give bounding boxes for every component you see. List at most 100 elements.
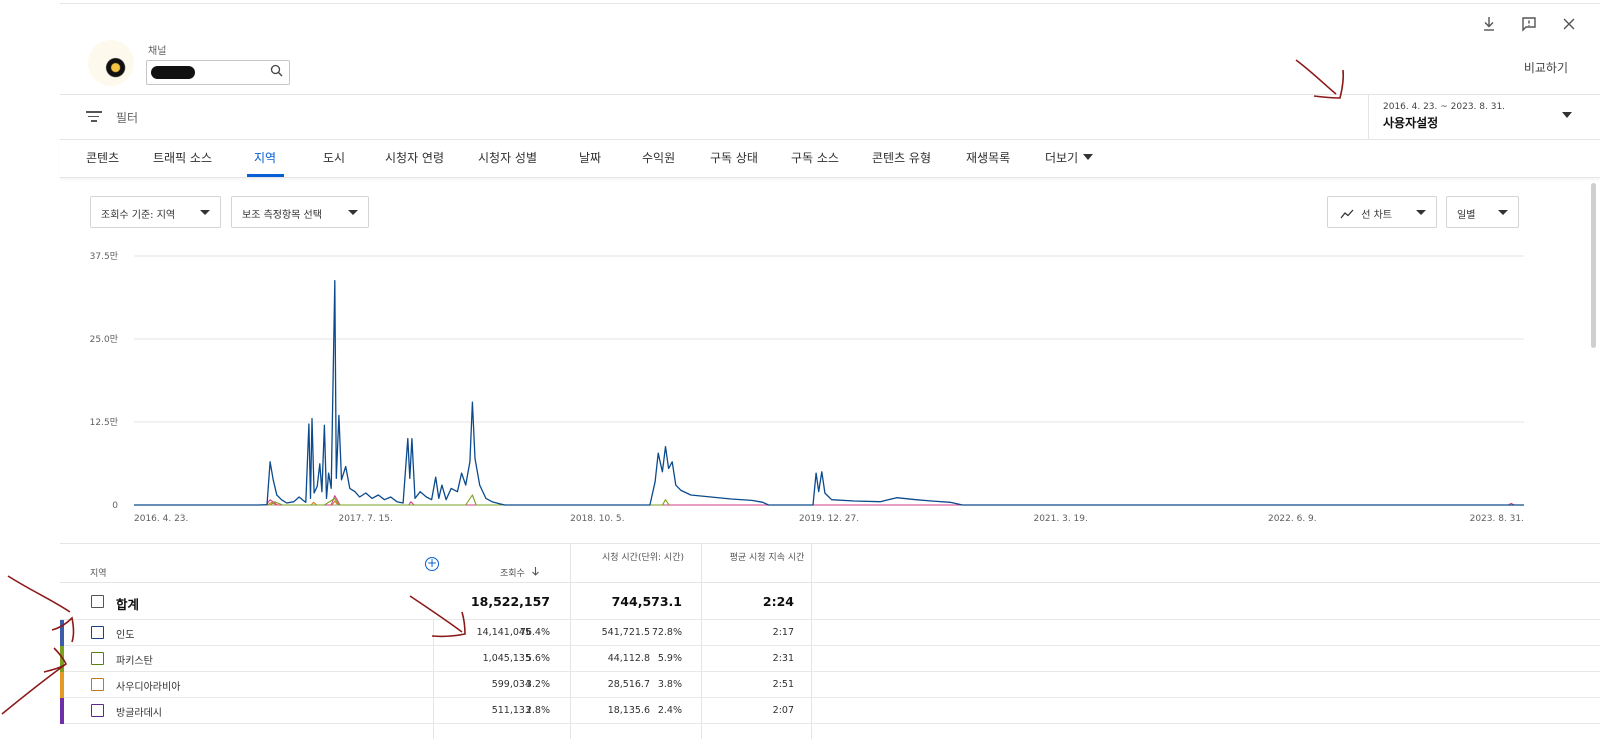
y-tick-label: 0 bbox=[112, 501, 118, 511]
watch-time-percent: 5.9% bbox=[657, 653, 682, 664]
region-name: 인도 bbox=[116, 630, 135, 641]
tab-date[interactable]: 날짜 bbox=[579, 149, 601, 166]
avg-duration-value: 2:17 bbox=[772, 627, 794, 638]
y-tick-label: 12.5만 bbox=[90, 417, 118, 428]
series-line bbox=[269, 494, 670, 506]
views-percent: 5.6% bbox=[525, 653, 550, 664]
x-tick-label: 2017. 7. 15. bbox=[338, 514, 392, 524]
watch-time-percent: 2.4% bbox=[657, 705, 682, 716]
tab-traffic-source[interactable]: 트래픽 소스 bbox=[153, 149, 212, 166]
total-watch-time: 744,573.1 bbox=[611, 594, 682, 609]
y-tick-label: 37.5만 bbox=[90, 251, 118, 262]
chart-type-label: 선 차트 bbox=[1361, 210, 1392, 221]
interval-select-label: 일별 bbox=[1457, 210, 1476, 221]
feedback-icon[interactable] bbox=[1520, 16, 1538, 36]
tab-viewer-age[interactable]: 시청자 연령 bbox=[385, 149, 444, 166]
region-name: 사우디아라비아 bbox=[116, 682, 181, 693]
views-percent: 3.2% bbox=[525, 679, 550, 690]
total-avg-duration: 2:24 bbox=[762, 594, 794, 609]
tab-geography[interactable]: 지역 bbox=[254, 149, 276, 166]
views-value: 1,045,135 bbox=[482, 653, 531, 664]
row-checkbox[interactable] bbox=[91, 652, 104, 665]
x-tick-label: 2019. 12. 27. bbox=[799, 514, 859, 524]
interval-select[interactable]: 일별 bbox=[1446, 196, 1519, 228]
x-tick-label: 2023. 8. 31. bbox=[1470, 514, 1524, 524]
x-tick-label: 2021. 3. 19. bbox=[1033, 514, 1087, 524]
tab-subscription-status[interactable]: 구독 상태 bbox=[710, 149, 758, 166]
row-checkbox[interactable] bbox=[91, 626, 104, 639]
vertical-scrollbar[interactable] bbox=[1591, 183, 1596, 348]
views-line-chart: 0 12.5만 25.0만 37.5만 2016. 4. 23. 2017. 7. 15.… bbox=[90, 251, 1524, 524]
compare-button[interactable]: 비교하기 bbox=[1524, 59, 1568, 76]
add-circle-icon[interactable]: + bbox=[425, 557, 439, 571]
date-range-text: 2016. 4. 23. ~ 2023. 8. 31. bbox=[1383, 102, 1506, 112]
date-range-preset: 사용자설정 bbox=[1383, 116, 1439, 130]
total-views: 18,522,157 bbox=[470, 594, 550, 609]
channel-avatar bbox=[88, 40, 134, 86]
channel-search-input[interactable] bbox=[146, 59, 290, 85]
channel-label: 채널 bbox=[148, 46, 167, 57]
x-tick-label: 2016. 4. 23. bbox=[134, 514, 188, 524]
chevron-down-icon bbox=[1562, 112, 1572, 118]
top-border bbox=[60, 3, 1600, 4]
table-header: 지역 + 조회수 시청 시간(단위: 시간) 평균 시청 지속 시간 bbox=[60, 543, 1600, 583]
chevron-down-icon bbox=[1498, 210, 1508, 215]
total-label: 합계 bbox=[116, 597, 140, 612]
watch-time-value: 28,516.7 bbox=[607, 679, 650, 690]
secondary-metric-select[interactable]: 보조 측정항목 선택 bbox=[231, 196, 369, 228]
tab-city[interactable]: 도시 bbox=[323, 149, 345, 166]
views-percent: 2.8% bbox=[525, 705, 550, 716]
table-row[interactable]: 인도 14,141,045 76.4% 541,721.5 72.8% 2:17 bbox=[60, 620, 1600, 646]
chevron-down-icon bbox=[1416, 210, 1426, 215]
x-tick-label: 2018. 10. 5. bbox=[570, 514, 624, 524]
series-line bbox=[265, 495, 1515, 506]
line-chart-icon bbox=[1340, 209, 1354, 219]
series-color-swatch bbox=[60, 698, 64, 724]
y-tick-label: 25.0만 bbox=[90, 334, 118, 345]
watch-time-value: 44,112.8 bbox=[607, 653, 650, 664]
tab-revenue-source[interactable]: 수익원 bbox=[642, 149, 675, 166]
avg-duration-value: 2:31 bbox=[772, 653, 794, 664]
report-tabs: 콘텐츠 트래픽 소스 지역 도시 시청자 연령 시청자 성별 날짜 수익원 구독… bbox=[60, 141, 1600, 178]
tab-playlist[interactable]: 재생목록 bbox=[966, 149, 1010, 166]
table-row[interactable]: 사우디아라비아 599,034 3.2% 28,516.7 3.8% 2:51 bbox=[60, 672, 1600, 698]
chevron-down-icon bbox=[348, 210, 358, 215]
tab-subscription-source[interactable]: 구독 소스 bbox=[791, 149, 839, 166]
filter-bar: 필터 2016. 4. 23. ~ 2023. 8. 31. 사용자설정 bbox=[60, 94, 1600, 140]
region-name: 파키스탄 bbox=[116, 656, 153, 667]
avg-duration-value: 2:07 bbox=[772, 705, 794, 716]
table-row[interactable]: 방글라데시 511,133 2.8% 18,135.6 2.4% 2:07 bbox=[60, 698, 1600, 724]
download-icon[interactable] bbox=[1480, 16, 1498, 36]
tab-more[interactable]: 더보기 bbox=[1045, 149, 1094, 166]
close-icon[interactable] bbox=[1560, 16, 1578, 36]
total-checkbox[interactable] bbox=[91, 595, 104, 608]
secondary-metric-label: 보조 측정항목 선택 bbox=[242, 210, 322, 221]
annotation-arrow bbox=[1295, 59, 1345, 99]
redacted-channel-name bbox=[151, 65, 195, 79]
tab-more-label: 더보기 bbox=[1045, 151, 1079, 165]
x-tick-label: 2022. 6. 9. bbox=[1268, 514, 1317, 524]
metric-select-label: 조회수 기준: 지역 bbox=[101, 210, 176, 221]
series-color-swatch bbox=[60, 672, 64, 698]
search-icon[interactable] bbox=[270, 64, 283, 81]
date-range-picker[interactable]: 2016. 4. 23. ~ 2023. 8. 31. 사용자설정 bbox=[1368, 95, 1580, 139]
series-color-swatch bbox=[60, 646, 64, 672]
table-row[interactable]: 파키스탄 1,045,135 5.6% 44,112.8 5.9% 2:31 bbox=[60, 646, 1600, 672]
chevron-down-icon bbox=[200, 210, 210, 215]
watch-time-value: 18,135.6 bbox=[607, 705, 650, 716]
row-checkbox[interactable] bbox=[91, 678, 104, 691]
filter-button[interactable]: 필터 bbox=[116, 109, 138, 126]
tab-viewer-gender[interactable]: 시청자 성별 bbox=[478, 149, 537, 166]
region-name: 방글라데시 bbox=[116, 708, 162, 719]
series-color-swatch bbox=[60, 620, 64, 646]
chevron-down-icon bbox=[1083, 154, 1094, 160]
row-checkbox[interactable] bbox=[91, 704, 104, 717]
chart-type-select[interactable]: 선 차트 bbox=[1327, 196, 1437, 228]
top-toolbar bbox=[1480, 16, 1578, 36]
metric-select[interactable]: 조회수 기준: 지역 bbox=[90, 196, 221, 228]
filter-icon[interactable] bbox=[86, 111, 102, 125]
active-tab-underline bbox=[247, 174, 284, 177]
tab-content-type[interactable]: 콘텐츠 유형 bbox=[872, 149, 931, 166]
tab-content[interactable]: 콘텐츠 bbox=[86, 149, 119, 166]
channel-selector: 채널 bbox=[88, 40, 290, 86]
